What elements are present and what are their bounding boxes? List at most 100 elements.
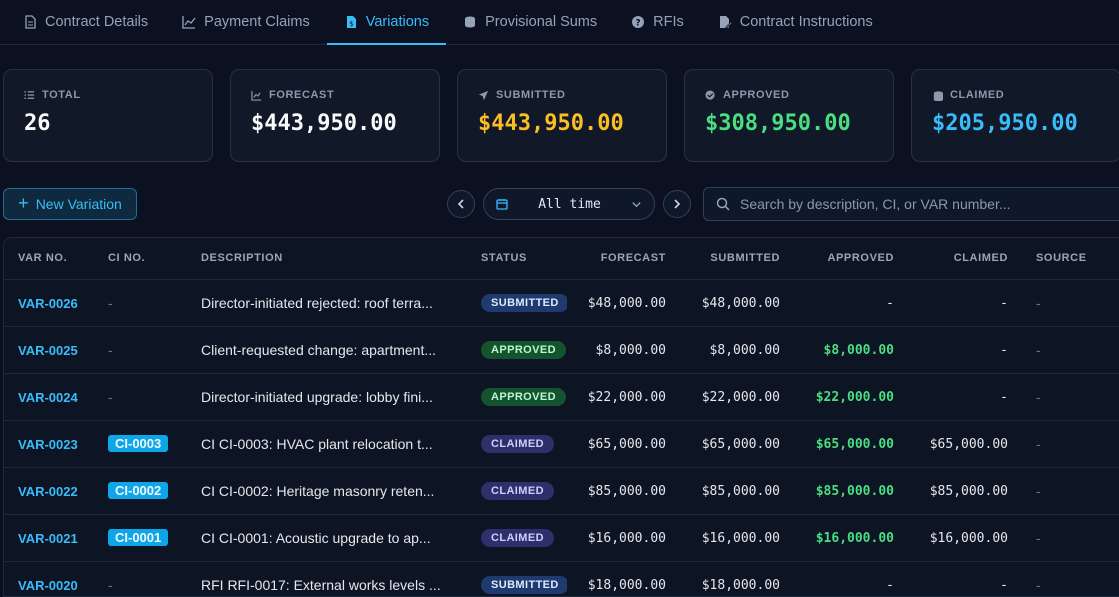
- stat-value: $443,950.00: [478, 111, 624, 136]
- send-icon: [478, 90, 489, 100]
- ci-badge[interactable]: CI-0003: [108, 435, 169, 452]
- forecast-amount: $85,000.00: [587, 484, 666, 499]
- source-value: -: [1036, 529, 1041, 546]
- table-row[interactable]: VAR-0020 - RFI RFI-0017: External works le…: [4, 561, 1119, 596]
- table-row[interactable]: VAR-0025 - Client-requested change: apartm…: [4, 326, 1119, 374]
- description-cell: Director-initiated rejected: roof terra.…: [187, 279, 467, 327]
- claimed-amount: $85,000.00: [929, 484, 1008, 499]
- tab-label: Contract Details: [45, 14, 149, 30]
- table-row[interactable]: VAR-0026 - Director-initiated rejected: ro…: [4, 279, 1119, 327]
- header-submitted[interactable]: SUBMITTED: [680, 238, 794, 280]
- forecast-amount: $16,000.00: [587, 531, 666, 546]
- status-badge: APPROVED: [481, 388, 566, 406]
- stat-label: FORECAST: [251, 89, 419, 101]
- var-number-link[interactable]: VAR-0026: [18, 296, 78, 311]
- approved-amount: $65,000.00: [815, 437, 894, 452]
- claimed-amount: $65,000.00: [929, 437, 1008, 452]
- header-status[interactable]: STATUS: [467, 238, 567, 280]
- chevron-left-icon: [457, 199, 464, 209]
- chevron-right-icon: [674, 199, 681, 209]
- tab-label: Provisional Sums: [485, 14, 598, 30]
- calendar-icon: [496, 199, 508, 210]
- list-icon: [24, 90, 35, 99]
- time-range-select[interactable]: All time: [483, 188, 655, 220]
- prev-period-button[interactable]: [447, 190, 475, 218]
- tab-variations[interactable]: $ Variations: [326, 0, 447, 45]
- header-source[interactable]: SOURCE: [1022, 238, 1119, 280]
- svg-text:?: ?: [636, 19, 641, 29]
- source-value: -: [1036, 482, 1041, 499]
- search-box: [703, 187, 1119, 221]
- stat-label-text: TOTAL: [42, 89, 81, 101]
- variations-table: VAR NO. CI NO. DESCRIPTION STATUS FORECA…: [3, 237, 1119, 597]
- chevron-down-icon: [632, 201, 641, 207]
- header-var-no[interactable]: VAR NO.: [4, 238, 94, 280]
- source-value: -: [1036, 341, 1041, 358]
- approved-amount: $8,000.00: [823, 343, 894, 358]
- stat-value: $205,950.00: [932, 111, 1078, 136]
- tab-payment-claims[interactable]: Payment Claims: [165, 0, 327, 44]
- stats-row: TOTAL 26 FORECAST $443,950.00 SUBMITTED $443,…: [3, 69, 1119, 162]
- stat-value: $308,950.00: [705, 111, 851, 136]
- var-number-link[interactable]: VAR-0025: [18, 343, 78, 358]
- description-cell: CI CI-0001: Acoustic upgrade to ap...: [187, 514, 467, 562]
- description-cell: CI CI-0003: HVAC plant relocation t...: [187, 420, 467, 468]
- header-claimed[interactable]: CLAIMED: [908, 238, 1022, 280]
- source-value: -: [1036, 294, 1041, 311]
- next-period-button[interactable]: [663, 190, 691, 218]
- submitted-amount: $22,000.00: [701, 390, 780, 405]
- approved-amount: -: [886, 578, 894, 593]
- new-variation-button[interactable]: + New Variation: [3, 188, 137, 220]
- search-input[interactable]: [740, 196, 1119, 212]
- header-forecast[interactable]: FORECAST: [567, 238, 680, 280]
- tab-contract-instructions[interactable]: Contract Instructions: [701, 0, 890, 44]
- submitted-amount: $8,000.00: [709, 343, 780, 358]
- ci-badge[interactable]: CI-0001: [108, 529, 169, 546]
- header-ci-no[interactable]: CI NO.: [94, 238, 187, 280]
- stat-label: TOTAL: [24, 89, 192, 101]
- header-approved[interactable]: APPROVED: [794, 238, 908, 280]
- source-value: -: [1036, 576, 1041, 593]
- ci-empty: -: [108, 576, 113, 593]
- forecast-amount: $48,000.00: [587, 296, 666, 311]
- ci-badge[interactable]: CI-0002: [108, 482, 169, 499]
- var-number-link[interactable]: VAR-0023: [18, 437, 78, 452]
- submitted-amount: $48,000.00: [701, 296, 780, 311]
- table-row[interactable]: VAR-0021 CI-0001 CI CI-0001: Acoustic upgr…: [4, 514, 1119, 562]
- table-row[interactable]: VAR-0024 - Director-initiated upgrade: lob…: [4, 373, 1119, 421]
- svg-text:$: $: [349, 20, 353, 28]
- var-number-link[interactable]: VAR-0022: [18, 484, 78, 499]
- stat-value: 26: [24, 111, 51, 136]
- stat-label-text: SUBMITTED: [496, 89, 566, 101]
- description-cell: RFI RFI-0017: External works levels ...: [187, 561, 467, 596]
- ci-empty: -: [108, 388, 113, 405]
- claimed-amount: -: [1000, 343, 1008, 358]
- status-badge: CLAIMED: [481, 529, 554, 547]
- submitted-amount: $16,000.00: [701, 531, 780, 546]
- check-circle-icon: [705, 89, 715, 100]
- chart-line-icon: [182, 16, 196, 29]
- var-number-link[interactable]: VAR-0020: [18, 578, 78, 593]
- table-header-row: VAR NO. CI NO. DESCRIPTION STATUS FORECA…: [4, 238, 1119, 280]
- submitted-amount: $65,000.00: [701, 437, 780, 452]
- tab-contract-details[interactable]: Contract Details: [6, 0, 165, 44]
- tab-provisional-sums[interactable]: Provisional Sums: [446, 0, 614, 44]
- claimed-amount: -: [1000, 390, 1008, 405]
- approved-amount: $85,000.00: [815, 484, 894, 499]
- stat-value: $443,950.00: [251, 111, 397, 136]
- approved-amount: $22,000.00: [815, 390, 894, 405]
- file-dollar-icon: $: [346, 16, 356, 28]
- stat-label-text: APPROVED: [723, 89, 790, 101]
- table-row[interactable]: VAR-0022 CI-0002 CI CI-0002: Heritage maso…: [4, 467, 1119, 515]
- table-row[interactable]: VAR-0023 CI-0003 CI CI-0003: HVAC plant re…: [4, 420, 1119, 468]
- submitted-amount: $85,000.00: [701, 484, 780, 499]
- stat-card-submitted: SUBMITTED $443,950.00: [457, 69, 667, 162]
- var-number-link[interactable]: VAR-0024: [18, 390, 78, 405]
- tab-label: RFIs: [653, 14, 684, 30]
- tab-rfis[interactable]: ? RFIs: [614, 0, 701, 44]
- header-description[interactable]: DESCRIPTION: [187, 238, 467, 280]
- stat-label: SUBMITTED: [478, 89, 646, 101]
- status-badge: APPROVED: [481, 341, 566, 359]
- status-badge: CLAIMED: [481, 435, 554, 453]
- var-number-link[interactable]: VAR-0021: [18, 531, 78, 546]
